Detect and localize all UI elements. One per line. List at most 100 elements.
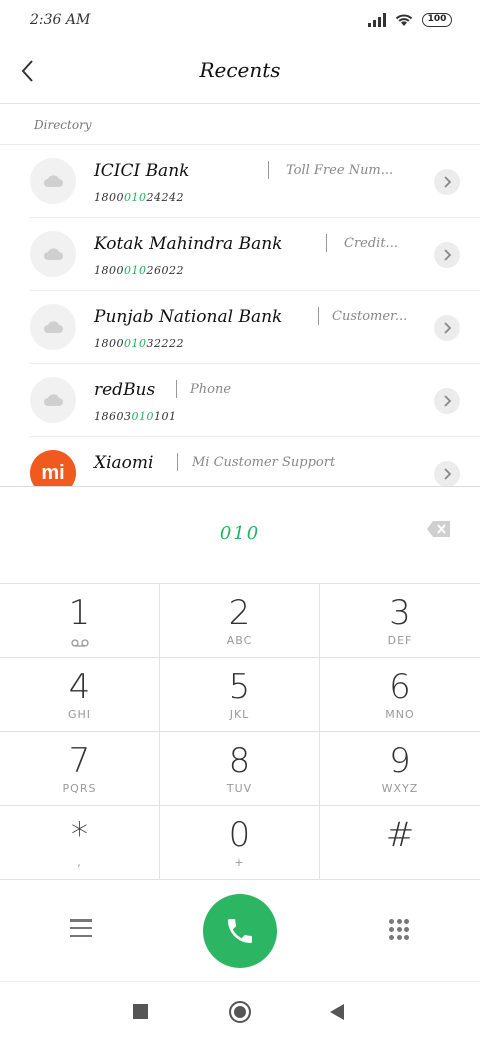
- separator: [176, 380, 177, 398]
- contact-description: Customer...: [332, 309, 408, 324]
- contact-number: 180001024242: [94, 191, 184, 204]
- contact-list: ICICI Bank Toll Free Num... 180001024242…: [0, 145, 480, 486]
- battery-icon: 100: [422, 12, 452, 27]
- dialed-number: 010: [219, 523, 261, 544]
- contact-row[interactable]: ICICI Bank Toll Free Num... 180001024242: [0, 145, 480, 218]
- chevron-right-icon: [444, 249, 452, 261]
- contact-row[interactable]: Kotak Mahindra Bank Credit... 1800010260…: [0, 218, 480, 291]
- backspace-button[interactable]: [426, 519, 452, 539]
- key-digit: 1: [68, 593, 91, 633]
- contact-name: ICICI Bank: [94, 161, 190, 181]
- key-hash[interactable]: #: [320, 806, 480, 880]
- contact-number: 18603010101: [94, 410, 177, 423]
- contact-detail-button[interactable]: [434, 242, 460, 268]
- key-digit: 7: [68, 741, 91, 781]
- key-letters: WXYZ: [381, 782, 419, 795]
- key-digit: #: [385, 815, 415, 855]
- contact-description: Credit...: [344, 236, 398, 251]
- contact-detail-button[interactable]: [434, 169, 460, 195]
- separator: [268, 161, 269, 179]
- key-7[interactable]: 7 PQRS: [0, 732, 160, 806]
- contact-name: Punjab National Bank: [94, 307, 283, 327]
- chevron-right-icon: [444, 322, 452, 334]
- section-label: Directory: [34, 118, 92, 132]
- contact-number: 180001026022: [94, 264, 184, 277]
- key-letters: ,: [77, 856, 82, 869]
- separator: [318, 307, 319, 325]
- key-9[interactable]: 9 WXYZ: [320, 732, 480, 806]
- key-2[interactable]: 2 ABC: [160, 584, 320, 658]
- key-digit: 9: [389, 741, 411, 781]
- header: Recents: [0, 44, 480, 104]
- key-digit: 5: [228, 667, 251, 707]
- mi-logo-icon: mi: [41, 461, 65, 484]
- key-5[interactable]: 5 JKL: [160, 658, 320, 732]
- avatar: [30, 304, 76, 350]
- contact-description: Toll Free Num...: [286, 163, 394, 178]
- key-digit: 3: [389, 593, 411, 633]
- key-8[interactable]: 8 TUV: [160, 732, 320, 806]
- keypad-toggle-button[interactable]: [389, 919, 409, 941]
- key-letters: PQRS: [62, 782, 97, 795]
- status-bar: 2:36 AM 100: [0, 0, 480, 44]
- key-letters: MNO: [385, 708, 415, 721]
- dial-display: 010: [0, 487, 480, 583]
- key-4[interactable]: 4 GHI: [0, 658, 160, 732]
- chevron-right-icon: [444, 395, 452, 407]
- status-time: 2:36 AM: [30, 12, 91, 28]
- separator: [177, 453, 178, 471]
- contact-detail-button[interactable]: [434, 315, 460, 341]
- contact-detail-button[interactable]: [434, 461, 460, 486]
- contact-description: Mi Customer Support: [192, 455, 336, 470]
- separator: [326, 234, 327, 252]
- chevron-right-icon: [444, 176, 452, 188]
- recent-apps-button[interactable]: [133, 1004, 148, 1019]
- contact-row[interactable]: Punjab National Bank Customer... 1800010…: [0, 291, 480, 364]
- key-letters: JKL: [229, 708, 250, 721]
- contact-number: 180001032222: [94, 337, 184, 350]
- page-title: Recents: [199, 58, 281, 82]
- key-letters: +: [234, 856, 245, 869]
- contact-name: Xiaomi: [94, 453, 154, 473]
- key-1[interactable]: 1: [0, 584, 160, 658]
- home-button[interactable]: [229, 1001, 251, 1023]
- nav-back-button[interactable]: [330, 1004, 344, 1020]
- key-letters: DEF: [387, 634, 413, 647]
- chevron-right-icon: [444, 468, 452, 480]
- key-letters: [320, 856, 480, 870]
- key-digit: 8: [228, 741, 251, 781]
- contact-row[interactable]: mi Xiaomi Mi Customer Support: [0, 437, 480, 486]
- key-digit: 0: [228, 815, 251, 855]
- contact-row[interactable]: redBus Phone 18603010101: [0, 364, 480, 437]
- key-digit: *: [71, 815, 88, 855]
- key-letters: TUV: [226, 782, 253, 795]
- key-0[interactable]: 0 +: [160, 806, 320, 880]
- backspace-icon: [427, 521, 450, 537]
- wifi-icon: [395, 14, 413, 26]
- key-digit: 6: [389, 667, 411, 707]
- keypad: 1 2 ABC 3 DEF 4 GHI 5 JKL 6 MNO 7 PQRS 8…: [0, 583, 480, 880]
- key-star[interactable]: * ,: [0, 806, 160, 880]
- dialer-actions: [0, 879, 480, 981]
- contact-name: redBus: [94, 380, 156, 400]
- signal-icon: [368, 12, 386, 27]
- navigation-bar: [0, 981, 480, 1040]
- cloud-icon: [44, 321, 63, 333]
- status-icons: 100: [368, 12, 452, 27]
- contact-description: Phone: [190, 382, 232, 397]
- menu-button[interactable]: [70, 919, 92, 937]
- avatar: [30, 231, 76, 277]
- cloud-icon: [44, 248, 63, 260]
- cloud-icon: [44, 175, 63, 187]
- contact-detail-button[interactable]: [434, 388, 460, 414]
- phone-icon: [228, 919, 252, 943]
- contact-name: Kotak Mahindra Bank: [94, 234, 283, 254]
- voicemail-icon: [70, 639, 89, 647]
- call-button[interactable]: [203, 894, 277, 968]
- avatar: [30, 158, 76, 204]
- avatar: [30, 377, 76, 423]
- key-digit: 4: [68, 667, 91, 707]
- key-6[interactable]: 6 MNO: [320, 658, 480, 732]
- key-3[interactable]: 3 DEF: [320, 584, 480, 658]
- key-letters: GHI: [67, 708, 92, 721]
